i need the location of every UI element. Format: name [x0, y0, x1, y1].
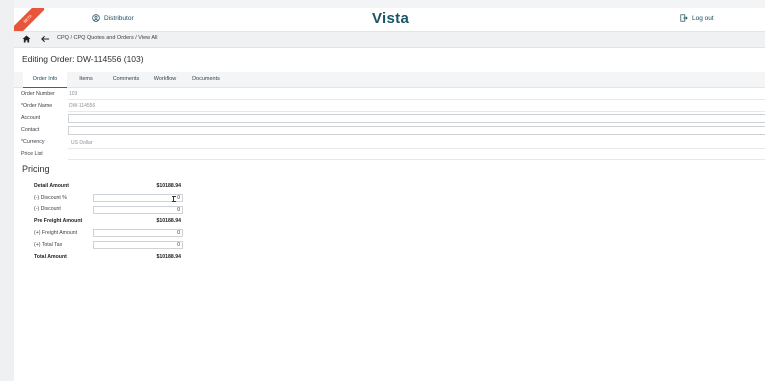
- back-arrow-icon[interactable]: [41, 35, 50, 43]
- tab-workflow[interactable]: Workflow: [150, 72, 180, 87]
- discount-pct-label: (-) Discount %: [34, 195, 67, 201]
- order-number-value: 103: [69, 91, 78, 97]
- tab-order-info[interactable]: Order Info: [23, 72, 67, 88]
- order-number-label: Order Number: [21, 91, 55, 97]
- discount-pct-input[interactable]: 0: [93, 194, 183, 202]
- app-frame: Distributor Vista Log out BETA CPQ / CPQ…: [14, 8, 765, 381]
- top-bar: Distributor Vista Log out: [14, 8, 765, 30]
- divider: [68, 148, 765, 149]
- account-field[interactable]: [68, 114, 765, 123]
- price-list-label: Price List: [21, 151, 43, 157]
- currency-value[interactable]: US Dollar: [71, 140, 92, 146]
- total-amount-label: Total Amount: [34, 254, 67, 260]
- distributor-menu[interactable]: Distributor: [92, 14, 134, 22]
- order-name-value[interactable]: DW-114556: [69, 103, 95, 109]
- discount-label: (-) Discount: [34, 206, 61, 212]
- logout-icon: [680, 14, 688, 22]
- tab-bar: Order Info Items Comments Workflow Docum…: [14, 72, 765, 88]
- brand-logo[interactable]: Vista: [372, 10, 409, 27]
- logout-button[interactable]: Log out: [680, 14, 714, 22]
- home-icon[interactable]: [22, 35, 31, 43]
- total-amount-value: $10188.94: [156, 254, 181, 260]
- divider: [68, 159, 765, 160]
- text-cursor-icon: [171, 196, 176, 202]
- breadcrumb[interactable]: CPQ / CPQ Quotes and Orders / View All: [57, 35, 157, 41]
- detail-amount-label: Detail Amount: [34, 183, 69, 189]
- left-gutter: [0, 0, 14, 381]
- order-name-label: *Order Name: [21, 103, 53, 109]
- detail-amount-value: $10188.94: [156, 183, 181, 189]
- tab-items[interactable]: Items: [73, 72, 99, 87]
- page-title: Editing Order: DW-114556 (103): [22, 54, 144, 64]
- freight-input[interactable]: 0: [93, 229, 183, 237]
- pricing-heading: Pricing: [22, 164, 50, 174]
- user-circle-icon: [92, 14, 100, 22]
- divider: [68, 99, 765, 100]
- divider: [68, 111, 765, 112]
- breadcrumb-bar: CPQ / CPQ Quotes and Orders / View All: [14, 31, 765, 48]
- account-label: Account: [21, 115, 41, 121]
- contact-field[interactable]: [68, 126, 765, 135]
- discount-input[interactable]: 0: [93, 206, 183, 214]
- tab-documents[interactable]: Documents: [189, 72, 223, 87]
- currency-label: *Currency: [21, 139, 45, 145]
- contact-label: Contact: [21, 127, 40, 133]
- total-tax-input[interactable]: 0: [93, 241, 183, 249]
- logout-label: Log out: [692, 14, 714, 22]
- distributor-label: Distributor: [104, 14, 134, 22]
- pre-freight-label: Pre Freight Amount: [34, 218, 83, 224]
- pre-freight-value: $10188.94: [156, 218, 181, 224]
- total-tax-label: (+) Total Tax: [34, 242, 63, 248]
- freight-label: (+) Freight Amount: [34, 230, 78, 236]
- tab-comments[interactable]: Comments: [110, 72, 142, 87]
